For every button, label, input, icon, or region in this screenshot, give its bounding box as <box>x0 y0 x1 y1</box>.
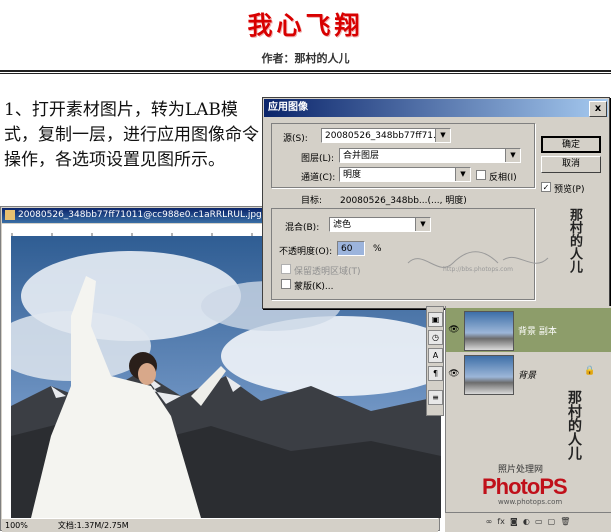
header-divider-thin <box>0 73 611 74</box>
watermark-site: http://bbs.photops.com <box>443 266 513 273</box>
dialog-titlebar[interactable]: 应用图像 <box>264 99 608 117</box>
document-icon <box>5 210 15 220</box>
channel-label: 通道(C): <box>301 173 336 183</box>
source-label: 源(S): <box>283 134 308 144</box>
layers-bottom-toolbar: ∞ fx ◙ ◐ ▭ ▢ 🗑 <box>445 512 611 532</box>
signature-top: 那村的人儿 <box>567 208 582 273</box>
mask-label: 蒙版(K)... <box>294 282 334 292</box>
character-icon[interactable]: A <box>428 348 443 363</box>
layer-value: 合并图层 <box>343 151 380 161</box>
page-title: 我心飞翔 <box>247 11 364 40</box>
layer-name: 背景 副本 <box>518 327 557 337</box>
chevron-down-icon: ▼ <box>435 129 450 142</box>
layer-row[interactable]: 👁 背景 🔒 <box>446 352 611 396</box>
chevron-down-icon: ▼ <box>455 168 470 181</box>
author-line: 作者：那村的人儿 <box>261 52 350 65</box>
folder-icon[interactable]: ▭ <box>535 517 543 526</box>
step-instructions: 1、打开素材图片，转为LAB模式，复制一层，进行应用图像命令操作，各选项设置见图… <box>4 100 259 170</box>
link-icon[interactable]: ∞ <box>486 517 493 526</box>
invert-checkbox[interactable] <box>476 170 486 180</box>
mask-icon[interactable]: ◙ <box>510 517 518 526</box>
preview-checkbox[interactable]: ✓ <box>541 182 551 192</box>
layer-thumbnail <box>464 311 514 351</box>
opacity-value: 60 <box>341 244 353 254</box>
watermark: http://bbs.photops.com <box>403 248 553 278</box>
layer-name: 背景 <box>518 371 537 381</box>
source-select[interactable]: 20080526_348bb77ff71... ▼ <box>321 128 451 143</box>
apply-image-dialog: 应用图像 x 源(S): 20080526_348bb77ff71... ▼ 图层… <box>262 97 610 309</box>
document-size[interactable]: 文档:1.37M/2.75M <box>58 521 129 530</box>
watermark-flourish <box>407 251 549 268</box>
channel-select[interactable]: 明度 ▼ <box>339 167 471 182</box>
preserve-transparency-checkbox[interactable] <box>281 264 291 274</box>
layer-comps-icon[interactable]: ≡ <box>428 390 443 405</box>
opacity-unit: % <box>373 244 382 254</box>
preview-label: 预览(P) <box>554 185 585 195</box>
blend-select[interactable]: 滤色 ▼ <box>329 217 431 232</box>
eye-icon[interactable]: 👁 <box>448 324 460 336</box>
target-value: 20080526_348bb...(..., 明度) <box>340 196 467 206</box>
chevron-down-icon: ▼ <box>415 218 430 231</box>
lock-icon: 🔒 <box>584 366 596 376</box>
mask-checkbox[interactable] <box>281 279 291 289</box>
close-button[interactable]: x <box>589 101 607 117</box>
history-icon[interactable]: ◷ <box>428 330 443 345</box>
signature-bottom: 那村的人儿 <box>566 390 582 460</box>
blend-label: 混合(B): <box>285 223 320 233</box>
fx-icon[interactable]: fx <box>497 517 505 526</box>
source-value: 20080526_348bb77ff71... <box>325 131 442 141</box>
paragraph-icon[interactable]: ¶ <box>428 366 443 381</box>
layer-select[interactable]: 合并图层 ▼ <box>339 148 521 163</box>
opacity-input[interactable]: 60 <box>337 241 365 256</box>
chevron-down-icon: ▼ <box>505 149 520 162</box>
brand-url: www.photops.com <box>498 498 563 506</box>
document-title: 20080526_348bb77ff71011@cc988e0.c1aRRLRU… <box>18 210 274 220</box>
brand-logo: PhotoPS <box>482 474 568 499</box>
preserve-transparency-label: 保留透明区域(T) <box>294 267 361 277</box>
header-divider <box>0 70 611 72</box>
opacity-label: 不透明度(O): <box>279 247 333 257</box>
ok-button[interactable]: 确定 <box>541 136 601 153</box>
cancel-button[interactable]: 取消 <box>541 156 601 173</box>
target-label: 目标: <box>301 196 323 206</box>
new-layer-icon[interactable]: ▢ <box>548 517 556 526</box>
blend-value: 滤色 <box>333 220 352 230</box>
document-status-bar: 100% 文档:1.37M/2.75M <box>2 518 438 532</box>
channel-value: 明度 <box>343 170 362 180</box>
layer-row[interactable]: 👁 背景 副本 <box>446 308 611 352</box>
trash-icon[interactable]: 🗑 <box>560 517 570 526</box>
zoom-level[interactable]: 100% <box>5 521 28 530</box>
layer-thumbnail <box>464 355 514 395</box>
adjustment-icon[interactable]: ◐ <box>523 517 530 526</box>
navigator-icon[interactable]: ▣ <box>428 312 443 327</box>
layer-label: 图层(L): <box>301 154 335 164</box>
eye-icon[interactable]: 👁 <box>448 368 460 380</box>
invert-label: 反相(I) <box>489 173 517 183</box>
